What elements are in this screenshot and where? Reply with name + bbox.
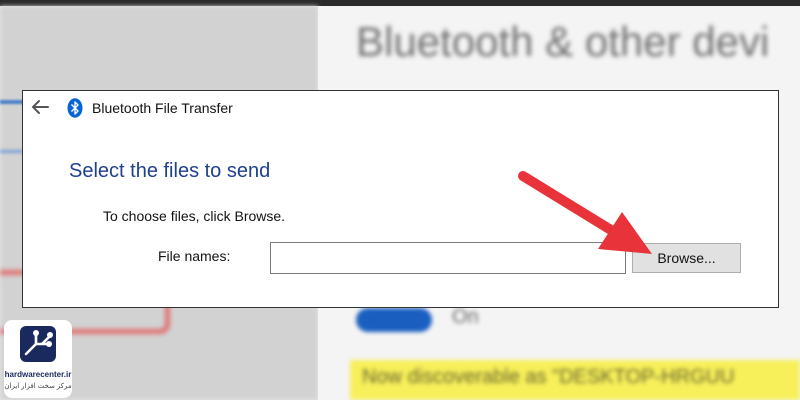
background-toggle-label: On [452, 306, 479, 328]
background-page-title: Bluetooth & other devi [356, 18, 770, 65]
instruction-text: To choose files, click Browse. [103, 208, 286, 224]
bluetooth-file-transfer-dialog: Bluetooth File Transfer Select the files… [22, 90, 779, 308]
background-sidebar-accent-2 [0, 150, 24, 153]
watermark-subtitle: مرکز سخت افزار ایران [4, 383, 72, 390]
dialog-title: Bluetooth File Transfer [92, 100, 233, 116]
bluetooth-icon [67, 98, 83, 118]
file-names-label: File names: [158, 248, 231, 264]
circuit-logo-icon [20, 326, 56, 362]
watermark-logo: hardwarecenter.ir مرکز سخت افزار ایران [4, 320, 72, 398]
background-sidebar-accent [0, 100, 24, 104]
file-names-input[interactable] [270, 242, 626, 274]
watermark-site: hardwarecenter.ir [4, 370, 72, 379]
background-bluetooth-toggle [356, 308, 432, 332]
browse-button[interactable]: Browse... [632, 243, 741, 273]
page-heading: Select the files to send [69, 160, 271, 182]
back-arrow-icon[interactable] [29, 99, 51, 119]
background-discoverable-text: Now discoverable as "DESKTOP-HRGUU [362, 366, 735, 388]
